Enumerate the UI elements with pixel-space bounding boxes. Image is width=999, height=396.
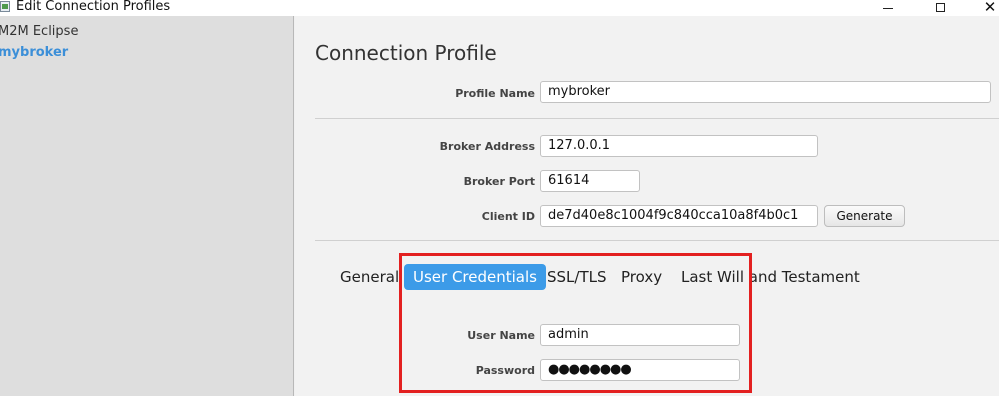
tab-proxy[interactable]: Proxy <box>621 264 662 290</box>
divider <box>315 240 999 241</box>
window-title: Edit Connection Profiles <box>16 0 171 14</box>
profile-editor: Connection Profile Profile Name mybroker… <box>295 16 999 396</box>
app-icon <box>0 1 10 12</box>
tab-user-credentials[interactable]: User Credentials <box>404 264 546 290</box>
sidebar-item-mybroker[interactable]: mybroker <box>0 45 68 60</box>
maximize-icon <box>935 2 945 12</box>
broker-address-input[interactable]: 127.0.0.1 <box>540 135 818 157</box>
maximize-button[interactable] <box>925 0 955 16</box>
client-id-input[interactable]: de7d40e8c1004f9c840cca10a8f4b0c1 <box>540 205 818 227</box>
broker-port-input[interactable]: 61614 <box>540 170 640 192</box>
profile-sidebar: M2M Eclipse mybroker <box>0 16 294 396</box>
broker-port-label: Broker Port <box>463 175 535 188</box>
user-name-input[interactable]: admin <box>540 324 740 346</box>
profile-name-label: Profile Name <box>455 87 535 100</box>
close-icon: ✕ <box>983 0 997 16</box>
tab-ssl-tls[interactable]: SSL/TLS <box>547 264 607 290</box>
tab-last-will[interactable]: Last Will and Testament <box>681 264 860 290</box>
minimize-button[interactable] <box>873 0 903 16</box>
generate-button[interactable]: Generate <box>824 205 905 227</box>
broker-address-label: Broker Address <box>439 140 535 153</box>
password-input[interactable]: ●●●●●●●● <box>540 359 740 381</box>
client-id-label: Client ID <box>481 210 535 223</box>
minimize-icon <box>883 7 893 9</box>
close-button[interactable]: ✕ <box>975 0 999 16</box>
sidebar-item-m2m-eclipse[interactable]: M2M Eclipse <box>0 24 78 39</box>
tab-general[interactable]: General <box>340 264 399 290</box>
password-label: Password <box>475 364 535 377</box>
page-title: Connection Profile <box>315 41 497 65</box>
title-bar: Edit Connection Profiles ✕ <box>0 0 999 16</box>
user-name-label: User Name <box>467 329 535 342</box>
divider <box>315 118 999 119</box>
profile-name-input[interactable]: mybroker <box>540 81 991 103</box>
